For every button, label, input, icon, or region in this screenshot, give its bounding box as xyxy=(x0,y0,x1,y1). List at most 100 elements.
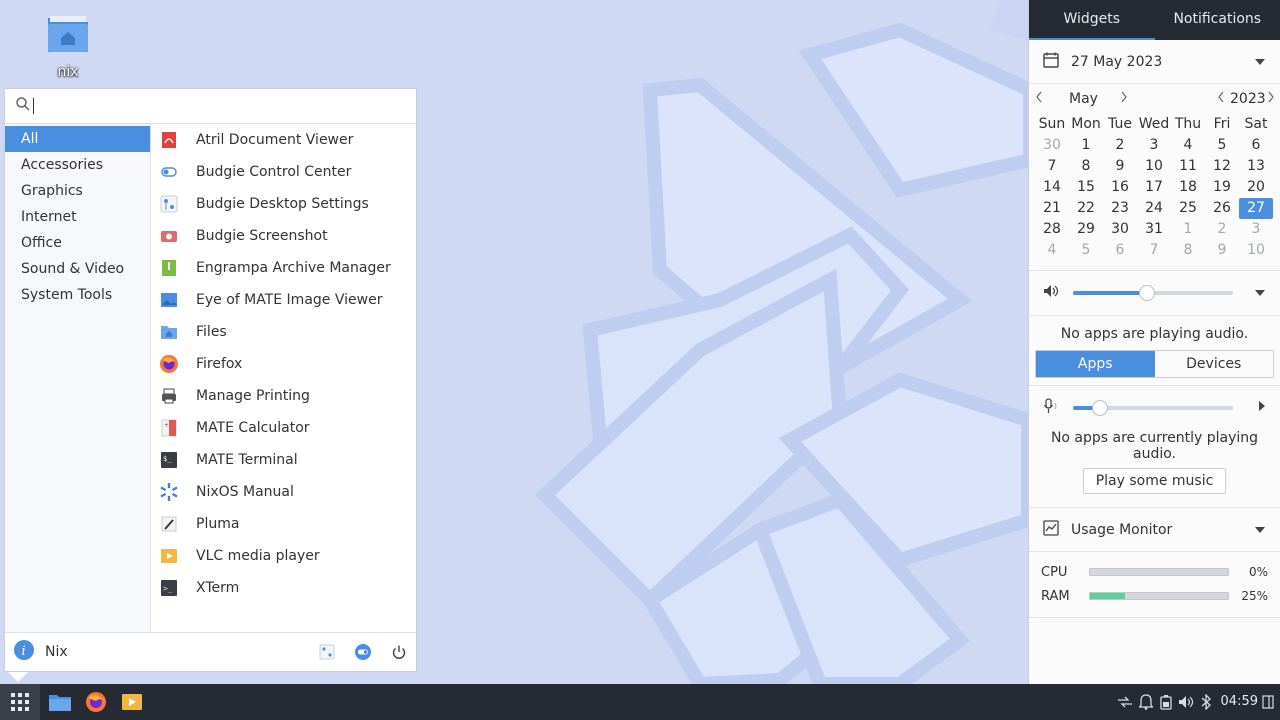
calendar-header[interactable]: 27 May 2023 xyxy=(1029,40,1280,84)
chevron-right-icon[interactable] xyxy=(1258,400,1266,416)
control-center-button[interactable] xyxy=(353,642,373,662)
app-budgie-desktop-settings[interactable]: Budgie Desktop Settings xyxy=(151,188,416,220)
clock[interactable]: 04:59 xyxy=(1221,684,1258,720)
calendar-day[interactable]: 22 xyxy=(1069,198,1103,219)
calendar-day[interactable]: 8 xyxy=(1171,240,1205,261)
app-pluma[interactable]: Pluma xyxy=(151,508,416,540)
chevron-down-icon[interactable] xyxy=(1254,285,1266,301)
power-button[interactable] xyxy=(389,642,409,662)
calendar-day[interactable]: 2 xyxy=(1205,219,1239,240)
output-volume-slider[interactable] xyxy=(1073,285,1233,301)
app-budgie-screenshot[interactable]: Budgie Screenshot xyxy=(151,220,416,252)
app-xterm[interactable]: >_ XTerm xyxy=(151,572,416,604)
calendar-day[interactable]: 30 xyxy=(1103,219,1137,240)
calendar-day[interactable]: 9 xyxy=(1205,240,1239,261)
calendar-day[interactable]: 6 xyxy=(1103,240,1137,261)
app-engrampa[interactable]: Engrampa Archive Manager xyxy=(151,252,416,284)
network-icon[interactable] xyxy=(1116,684,1134,720)
app-firefox[interactable]: Firefox xyxy=(151,348,416,380)
calendar-day-selected[interactable]: 27 xyxy=(1239,198,1273,219)
category-sound-video[interactable]: Sound & Video xyxy=(5,256,150,282)
play-some-music-button[interactable]: Play some music xyxy=(1082,468,1227,494)
app-budgie-control-center[interactable]: Budgie Control Center xyxy=(151,156,416,188)
tab-notifications[interactable]: Notifications xyxy=(1155,0,1280,40)
app-mate-terminal[interactable]: $_ MATE Terminal xyxy=(151,444,416,476)
calendar-day[interactable]: 3 xyxy=(1239,219,1273,240)
prev-month-button[interactable] xyxy=(1035,91,1043,107)
calendar-day[interactable]: 10 xyxy=(1239,240,1273,261)
calendar-day[interactable]: 23 xyxy=(1103,198,1137,219)
calendar-day[interactable]: 29 xyxy=(1069,219,1103,240)
calendar-day[interactable]: 20 xyxy=(1239,177,1273,198)
volume-icon[interactable] xyxy=(1177,684,1195,720)
calendar-day[interactable]: 8 xyxy=(1069,156,1103,177)
calendar-day[interactable]: 30 xyxy=(1035,135,1069,156)
calendar-day[interactable]: 14 xyxy=(1035,177,1069,198)
prev-year-button[interactable] xyxy=(1217,91,1225,107)
app-manage-printing[interactable]: Manage Printing xyxy=(151,380,416,412)
desktop-settings-button[interactable] xyxy=(317,642,337,662)
app-vlc[interactable]: VLC media player xyxy=(151,540,416,572)
calendar-day[interactable]: 16 xyxy=(1103,177,1137,198)
calendar-day[interactable]: 4 xyxy=(1171,135,1205,156)
category-internet[interactable]: Internet xyxy=(5,204,150,230)
calendar-day[interactable]: 7 xyxy=(1035,156,1069,177)
calendar-day[interactable]: 13 xyxy=(1239,156,1273,177)
taskbar-files[interactable] xyxy=(46,684,74,720)
category-accessories[interactable]: Accessories xyxy=(5,152,150,178)
raven-toggle-icon[interactable] xyxy=(1261,684,1275,720)
usage-monitor-header[interactable]: Usage Monitor xyxy=(1029,508,1280,552)
apps-toggle[interactable]: Apps xyxy=(1036,351,1155,377)
calendar-day[interactable]: 17 xyxy=(1137,177,1171,198)
calendar-day[interactable]: 12 xyxy=(1205,156,1239,177)
search-icon xyxy=(15,96,31,116)
chevron-down-icon[interactable] xyxy=(1254,54,1266,70)
category-graphics[interactable]: Graphics xyxy=(5,178,150,204)
category-office[interactable]: Office xyxy=(5,230,150,256)
calendar-day[interactable]: 3 xyxy=(1137,135,1171,156)
category-system-tools[interactable]: System Tools xyxy=(5,282,150,308)
calendar-day[interactable]: 6 xyxy=(1239,135,1273,156)
search-input[interactable] xyxy=(40,98,400,114)
category-all[interactable]: All xyxy=(5,126,150,152)
calendar-day[interactable]: 24 xyxy=(1137,198,1171,219)
battery-icon[interactable] xyxy=(1157,684,1175,720)
calendar-day[interactable]: 5 xyxy=(1069,240,1103,261)
app-eye-of-mate[interactable]: Eye of MATE Image Viewer xyxy=(151,284,416,316)
calendar-day[interactable]: 7 xyxy=(1137,240,1171,261)
calendar-day[interactable]: 4 xyxy=(1035,240,1069,261)
app-files[interactable]: Files xyxy=(151,316,416,348)
calendar-day[interactable]: 9 xyxy=(1103,156,1137,177)
calendar-day[interactable]: 10 xyxy=(1137,156,1171,177)
taskbar-firefox[interactable] xyxy=(82,684,110,720)
calendar-day[interactable]: 31 xyxy=(1137,219,1171,240)
input-volume-knob[interactable] xyxy=(1092,400,1108,416)
calendar-day[interactable]: 25 xyxy=(1171,198,1205,219)
output-volume-knob[interactable] xyxy=(1139,285,1155,301)
chevron-down-icon[interactable] xyxy=(1254,522,1266,538)
desktop-home-folder[interactable]: nix xyxy=(36,14,100,80)
calendar-day[interactable]: 5 xyxy=(1205,135,1239,156)
app-atril[interactable]: Atril Document Viewer xyxy=(151,124,416,156)
notification-bell-icon[interactable] xyxy=(1137,684,1155,720)
calendar-day[interactable]: 1 xyxy=(1069,135,1103,156)
calendar-day[interactable]: 21 xyxy=(1035,198,1069,219)
next-month-button[interactable] xyxy=(1120,91,1128,107)
calendar-day[interactable]: 1 xyxy=(1171,219,1205,240)
app-nixos-manual[interactable]: NixOS Manual xyxy=(151,476,416,508)
app-menu-button[interactable] xyxy=(0,684,40,720)
calendar-day[interactable]: 19 xyxy=(1205,177,1239,198)
calendar-day[interactable]: 26 xyxy=(1205,198,1239,219)
taskbar-vlc[interactable] xyxy=(118,684,146,720)
devices-toggle[interactable]: Devices xyxy=(1155,351,1274,377)
bluetooth-icon[interactable] xyxy=(1199,684,1213,720)
calendar-day[interactable]: 28 xyxy=(1035,219,1069,240)
calendar-day[interactable]: 11 xyxy=(1171,156,1205,177)
tab-widgets[interactable]: Widgets xyxy=(1029,0,1155,40)
calendar-day[interactable]: 15 xyxy=(1069,177,1103,198)
calendar-day[interactable]: 18 xyxy=(1171,177,1205,198)
app-mate-calculator[interactable]: + MATE Calculator xyxy=(151,412,416,444)
input-volume-slider[interactable] xyxy=(1073,400,1233,416)
calendar-day[interactable]: 2 xyxy=(1103,135,1137,156)
next-year-button[interactable] xyxy=(1267,91,1275,107)
